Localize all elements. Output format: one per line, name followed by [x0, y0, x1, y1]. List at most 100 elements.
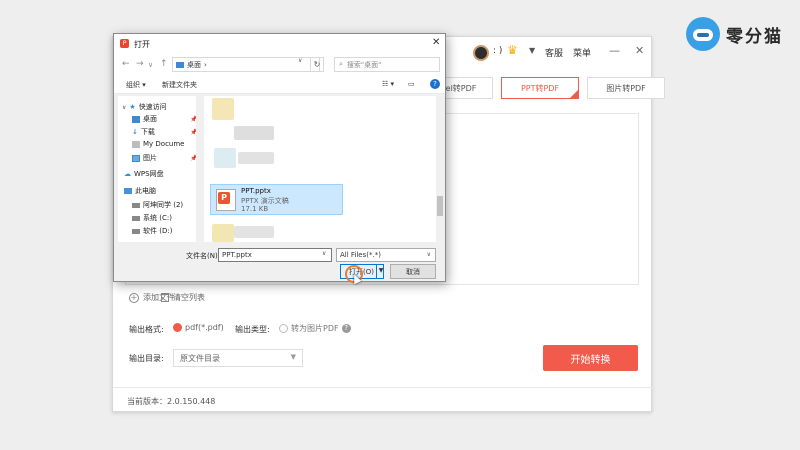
back-arrow-icon[interactable]: ← — [122, 59, 130, 69]
refresh-icon[interactable]: ↻ — [310, 57, 324, 72]
nav-item-label: 阿坤同学 (2) — [143, 201, 184, 209]
nav-item-drive-akun[interactable]: 阿坤同学 (2) — [132, 200, 183, 210]
forward-arrow-icon[interactable]: → — [136, 59, 144, 69]
version-text: 当前版本：2.0.150.448 — [127, 397, 216, 406]
nav-item-label: WPS网盘 — [134, 170, 164, 178]
nav-item-label: 下载 — [140, 128, 155, 136]
folder-icon — [176, 61, 184, 68]
brand-logo: 零分猫 — [686, 14, 796, 54]
help-icon[interactable]: ? — [341, 324, 351, 333]
address-text: 桌面 — [187, 60, 201, 69]
blurred-file[interactable] — [212, 224, 234, 242]
desktop-icon — [132, 115, 140, 123]
checked-circle-icon — [173, 323, 182, 332]
tab-image-to-pdf[interactable]: 图片转PDF — [587, 77, 665, 99]
filename-label: 文件名(N): — [186, 252, 221, 260]
output-format-label: 输出格式: — [129, 325, 164, 334]
plus-icon: + — [129, 292, 139, 303]
file-name: PPT.pptx — [241, 187, 271, 195]
chevron-down-icon[interactable]: ∨ — [148, 61, 153, 69]
view-icon[interactable]: ☷ ▾ — [382, 80, 394, 88]
chevron-down-icon: ∨ — [122, 103, 127, 111]
drive-icon — [132, 215, 140, 221]
nav-item-desktop[interactable]: 桌面 📌 — [132, 114, 197, 124]
scrollbar-thumb[interactable] — [437, 196, 443, 216]
nav-item-label: 软件 (D:) — [143, 227, 173, 235]
nav-item-label: 图片 — [143, 154, 157, 162]
open-dropdown-button[interactable]: ▼ — [376, 264, 385, 279]
footer-divider — [113, 387, 653, 388]
nav-item-my-documents[interactable]: My Docume 📌 — [132, 140, 205, 148]
up-arrow-icon[interactable]: ↑ — [160, 59, 168, 69]
cancel-button[interactable]: 取消 — [390, 264, 436, 279]
cat-mascot-icon — [686, 17, 720, 51]
app-icon: P — [120, 39, 129, 48]
help-icon[interactable]: ? — [430, 79, 440, 89]
output-dir-value: 原文件目录 — [180, 354, 220, 363]
nav-item-quick-access[interactable]: ∨ ★ 快速访问 — [122, 102, 167, 112]
image-pdf-option[interactable]: 转为图片PDF ? — [279, 323, 351, 334]
drive-icon — [132, 202, 140, 208]
search-icon: ⌕ — [339, 60, 343, 68]
dialog-title-bar[interactable]: P 打开 ✕ — [114, 34, 445, 54]
close-icon[interactable]: ✕ — [635, 44, 644, 57]
output-dir-label: 输出目录: — [129, 354, 164, 363]
nav-item-drive-c[interactable]: 系统 (C:) — [132, 213, 172, 223]
nav-scrollbar[interactable] — [196, 96, 204, 242]
filename-input[interactable]: PPT.pptx — [218, 248, 332, 262]
nav-item-label: 快速访问 — [138, 103, 167, 111]
blurred-file[interactable] — [214, 148, 236, 168]
chevron-down-icon: ▼ — [290, 353, 296, 361]
menu-link[interactable]: 菜单 — [573, 46, 591, 59]
chevron-down-icon[interactable]: ▼ — [529, 46, 535, 55]
nav-item-label: 桌面 — [143, 115, 157, 123]
start-convert-button[interactable]: 开始转换 — [543, 345, 638, 371]
format-option[interactable]: pdf(*.pdf) — [173, 323, 224, 332]
open-file-dialog: P 打开 ✕ ← → ∨ ↑ 桌面 › ∨ ↻ ⌕ 搜索"桌面" 组织 ▾ 新建… — [113, 33, 446, 285]
nav-item-label: 系统 (C:) — [143, 214, 172, 222]
download-icon: ↓ — [132, 128, 138, 136]
breadcrumb-separator: › — [204, 60, 207, 69]
file-type-select[interactable]: All Files(*.*) ∨ — [336, 248, 436, 262]
blurred-file[interactable] — [238, 152, 274, 164]
chevron-down-icon[interactable]: ∨ — [322, 250, 326, 257]
brand-name: 零分猫 — [726, 26, 783, 47]
nav-item-downloads[interactable]: ↓ 下载 📌 — [132, 127, 197, 137]
organize-button[interactable]: 组织 ▾ — [126, 80, 146, 90]
new-folder-button[interactable]: 新建文件夹 — [162, 80, 197, 90]
output-dir-select[interactable]: 原文件目录 ▼ — [173, 349, 303, 367]
computer-icon — [124, 188, 132, 194]
file-list-pane: PPT.pptx PPTX 演示文稿 17.1 KB — [204, 96, 436, 242]
navigation-pane: ∨ ★ 快速访问 桌面 📌 ↓ 下载 📌 My Docume 📌 图片 📌 ☁ … — [118, 96, 205, 242]
blurred-file[interactable] — [234, 126, 274, 140]
drive-icon — [132, 228, 140, 234]
preview-pane-icon[interactable]: ▭ — [408, 80, 415, 88]
output-type-label: 输出类型: — [235, 325, 270, 334]
file-list-scrollbar[interactable] — [436, 96, 444, 242]
chevron-down-icon[interactable]: ∨ — [298, 57, 302, 64]
clear-list-label: 清空列表 — [173, 293, 205, 302]
nav-item-label: 此电脑 — [135, 187, 156, 195]
clear-list-button[interactable]: 清空列表 — [161, 292, 205, 303]
minimize-icon[interactable]: — — [609, 44, 620, 57]
file-type-value: All Files(*.*) — [340, 251, 381, 259]
blurred-file[interactable] — [212, 98, 234, 120]
nav-item-pictures[interactable]: 图片 📌 — [132, 153, 197, 163]
star-icon: ★ — [129, 103, 136, 111]
close-icon[interactable]: ✕ — [432, 37, 440, 48]
nav-item-wps-cloud[interactable]: ☁ WPS网盘 — [124, 169, 164, 179]
trash-icon — [161, 293, 169, 302]
dialog-title: 打开 — [134, 40, 150, 49]
file-item-ppt[interactable]: PPT.pptx PPTX 演示文稿 17.1 KB — [210, 184, 343, 215]
search-placeholder: 搜索"桌面" — [346, 60, 382, 69]
nav-item-this-pc[interactable]: 此电脑 — [124, 186, 156, 196]
chevron-down-icon: ∨ — [426, 251, 431, 258]
nav-item-drive-d[interactable]: 软件 (D:) — [132, 226, 172, 236]
format-value: pdf(*.pdf) — [185, 323, 224, 332]
customer-service-link[interactable]: 客服 — [545, 46, 563, 59]
search-box[interactable]: ⌕ 搜索"桌面" — [334, 57, 440, 72]
user-status-text: : ) — [493, 46, 503, 56]
avatar[interactable] — [473, 45, 489, 61]
blurred-file[interactable] — [234, 226, 274, 238]
tab-ppt-to-pdf[interactable]: PPT转PDF — [501, 77, 579, 99]
